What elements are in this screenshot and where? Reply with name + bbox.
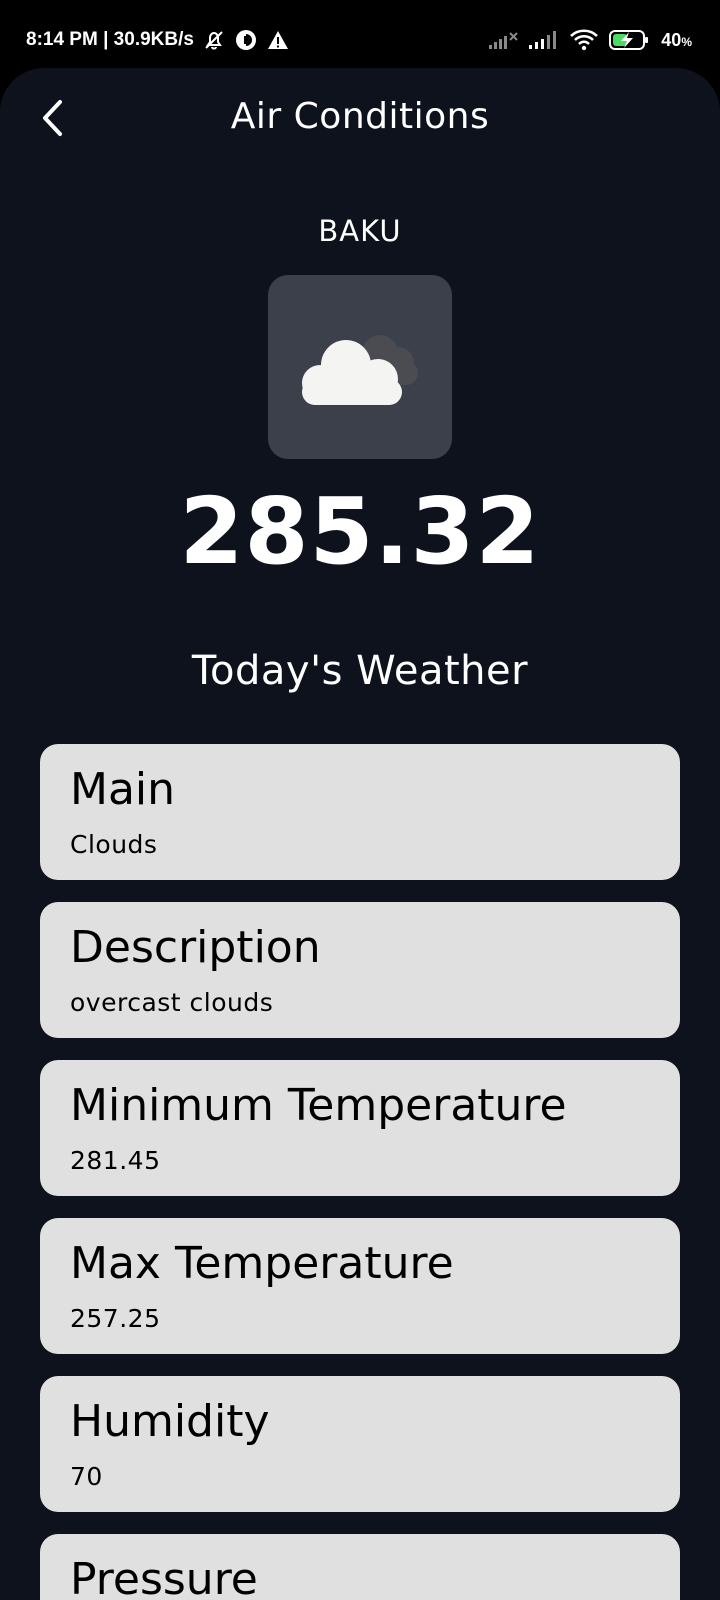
mute-bell-icon — [202, 28, 226, 52]
card-label: Pressure — [70, 1554, 258, 1600]
card-label: Humidity — [70, 1396, 270, 1447]
signal-x-icon — [489, 29, 519, 51]
weather-icon-tile — [268, 275, 452, 459]
current-temperature: 285.32 — [179, 478, 541, 585]
card-value: 257.25 — [70, 1304, 161, 1333]
card-humidity: Humidity 70 — [40, 1376, 680, 1512]
city-name: BAKU — [318, 214, 402, 248]
card-label: Description — [70, 922, 321, 973]
section-title: Today's Weather — [191, 648, 529, 694]
wifi-icon — [569, 28, 599, 52]
app-screen: Air Conditions BAKU 285.32 Today's Weath… — [0, 68, 720, 1600]
card-minimum-temperature: Minimum Temperature 281.45 — [40, 1060, 680, 1196]
warning-icon — [266, 28, 290, 52]
signal-icon — [529, 29, 559, 51]
page-title: Air Conditions — [230, 96, 490, 137]
card-value: 70 — [70, 1462, 103, 1491]
card-label: Main — [70, 764, 176, 815]
card-value: overcast clouds — [70, 988, 274, 1017]
card-description: Description overcast clouds — [40, 902, 680, 1038]
status-left: 8:14 PM | 30.9KB/s — [26, 28, 290, 52]
status-bar: 8:14 PM | 30.9KB/s 40% — [0, 0, 720, 68]
cloud-icon — [302, 335, 418, 405]
circle-notification-icon — [234, 28, 258, 52]
card-pressure: Pressure — [40, 1534, 680, 1600]
card-label: Minimum Temperature — [70, 1080, 567, 1131]
card-value: Clouds — [70, 830, 158, 859]
status-right: 40% — [489, 28, 692, 52]
status-time: 8:14 PM | 30.9KB/s — [26, 29, 194, 50]
card-label: Max Temperature — [70, 1238, 454, 1289]
card-max-temperature: Max Temperature 257.25 — [40, 1218, 680, 1354]
card-value: 281.45 — [70, 1146, 161, 1175]
battery-level: 40% — [661, 29, 692, 50]
card-main: Main Clouds — [40, 744, 680, 880]
battery-charging-icon — [609, 28, 651, 52]
